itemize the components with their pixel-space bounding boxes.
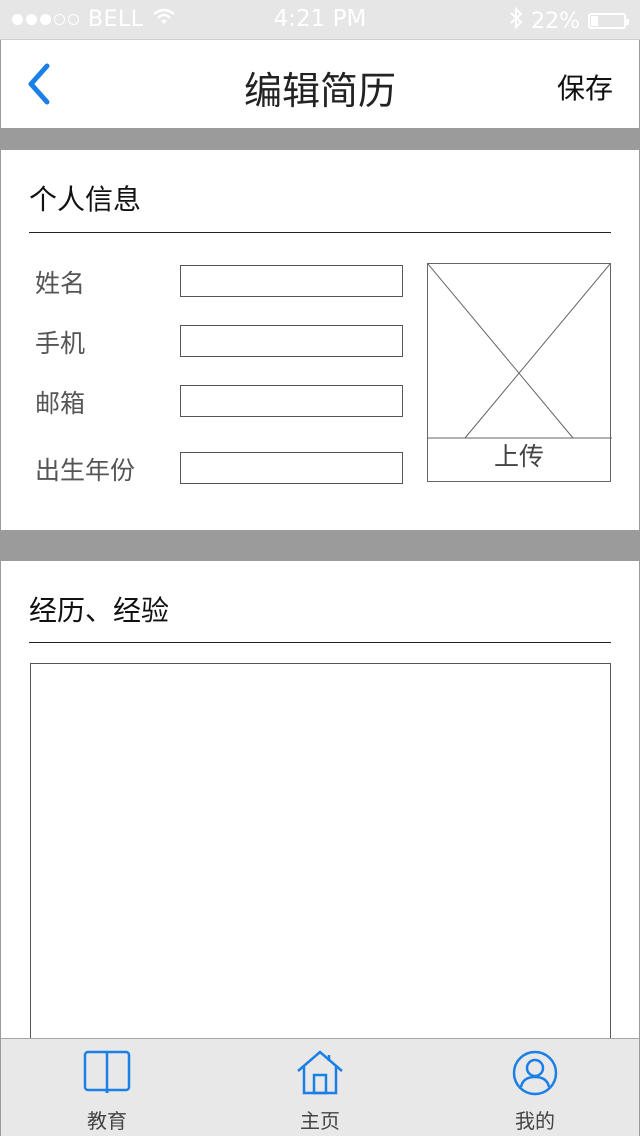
- tab-profile-label: 我的: [515, 1109, 555, 1133]
- page-title: 编辑简历: [243, 69, 396, 113]
- section-divider: [0, 128, 640, 150]
- tab-home[interactable]: 主页: [260, 1039, 380, 1135]
- nav-bar: 编辑简历 保存: [0, 40, 640, 128]
- save-button[interactable]: 保存: [557, 67, 613, 107]
- email-label: 邮箱: [35, 389, 86, 418]
- upload-label: 上传: [493, 442, 544, 471]
- edit-resume-screen: BELL 4:21 PM 22% 编辑简历 保存 个人信息 姓名 手机 邮箱 出…: [0, 0, 640, 1136]
- book-icon: [83, 1050, 131, 1093]
- section-rule: [29, 642, 611, 643]
- bluetooth-icon: [509, 6, 523, 35]
- phone-input[interactable]: [180, 325, 403, 357]
- tab-home-label: 主页: [300, 1109, 340, 1133]
- experience-title: 经历、经验: [29, 594, 170, 627]
- experience-textarea[interactable]: [30, 663, 611, 1083]
- experience-section: 经历、经验: [0, 561, 640, 1083]
- email-input[interactable]: [180, 385, 403, 417]
- personal-info-section: 个人信息 姓名 手机 邮箱 出生年份 上传: [0, 150, 640, 530]
- battery-icon: [588, 13, 629, 29]
- tab-education-label: 教育: [87, 1109, 127, 1133]
- birth-year-label: 出生年份: [35, 456, 136, 485]
- name-label: 姓名: [35, 269, 86, 298]
- battery-percent: 22%: [531, 8, 580, 34]
- battery-fill: [591, 16, 598, 26]
- status-right-group: 22%: [509, 6, 629, 35]
- personal-info-title: 个人信息: [29, 183, 142, 216]
- birth-year-input[interactable]: [180, 452, 403, 484]
- home-icon: [297, 1050, 343, 1095]
- section-rule: [29, 232, 611, 233]
- section-divider: [0, 530, 640, 561]
- name-input[interactable]: [180, 265, 403, 297]
- tab-profile[interactable]: 我的: [475, 1039, 595, 1135]
- photo-upload[interactable]: 上传: [427, 263, 612, 482]
- status-bar: BELL 4:21 PM 22%: [0, 0, 640, 40]
- tab-education[interactable]: 教育: [47, 1039, 167, 1135]
- tab-bar: 教育 主页 我的: [0, 1038, 640, 1136]
- user-icon: [512, 1050, 558, 1096]
- phone-label: 手机: [35, 329, 86, 358]
